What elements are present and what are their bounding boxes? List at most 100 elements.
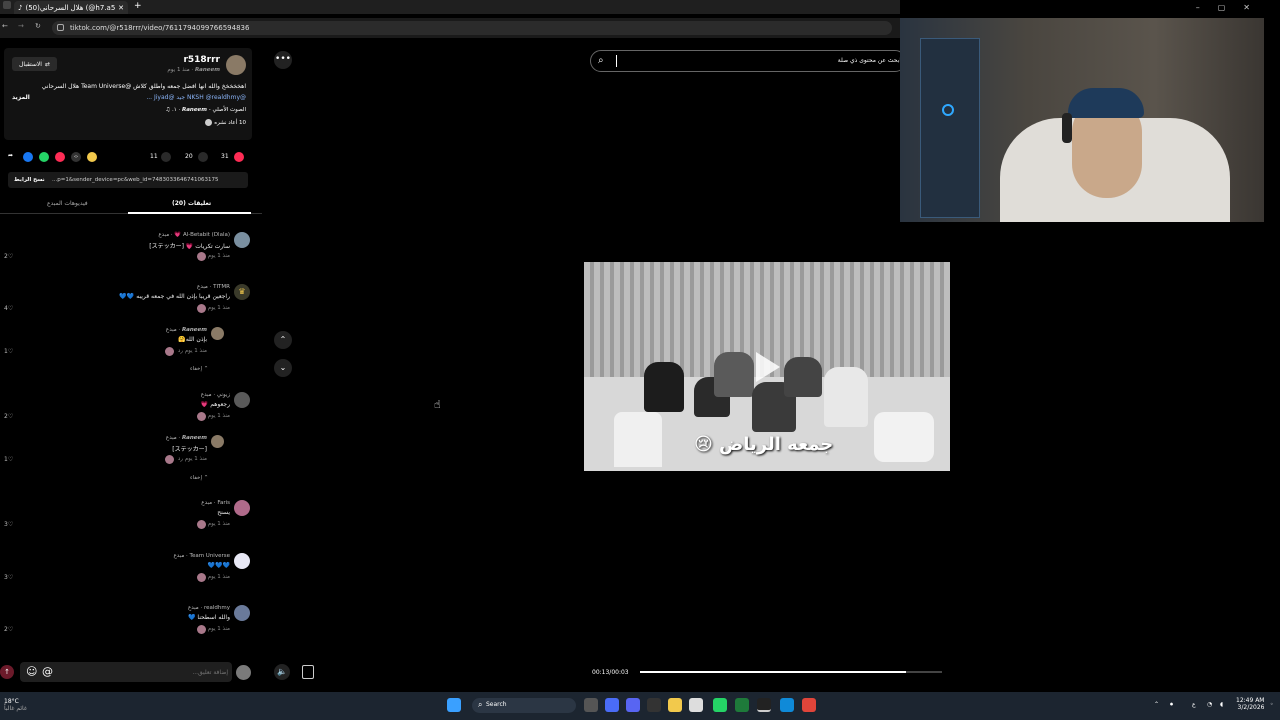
more-options-button[interactable]: ••• [274,51,292,69]
previous-video-button[interactable]: ⌃ [274,331,292,349]
comment-meta[interactable]: منذ 1 يوم رد [178,348,207,354]
facebook-share-icon[interactable] [23,152,33,162]
new-tab-button[interactable]: + [134,1,142,11]
commenter-name[interactable]: Team Universe · مبدع [173,553,230,559]
send-share-icon[interactable] [55,152,65,162]
minimize-icon[interactable]: – [1196,3,1200,12]
pip-button[interactable] [302,665,314,679]
browser-tab-active[interactable]: ♪ (50)هلال السرحاني (@h7.a5) | tiktok ✕ [14,1,128,14]
whatsapp-share-icon[interactable] [39,152,49,162]
comment-input[interactable] [78,666,228,678]
post-comment-button[interactable]: ↑ [0,665,14,679]
mic-icon[interactable]: ⏺ [1170,701,1173,709]
more-share-icon[interactable] [87,152,97,162]
copy-link-button[interactable]: نسخ الرابط [14,177,45,183]
comment-like[interactable]: 2♡ [4,626,13,633]
discord-icon[interactable] [605,698,619,712]
author-avatar[interactable] [226,55,246,75]
commenter-avatar[interactable] [234,392,250,408]
clock-time: 12:49 AM [1236,697,1265,704]
maximize-icon[interactable]: ▢ [1218,3,1226,12]
hide-replies-button[interactable]: إخفاء ⌃ [190,475,208,481]
file-explorer-icon[interactable] [668,698,682,712]
taskbar-search[interactable]: ⌕ Search [472,698,576,713]
chat-app-icon[interactable] [626,698,640,712]
comment-like[interactable]: 3♡ [4,521,13,528]
tray-chevron-icon[interactable]: ⌃ [1154,701,1159,708]
commenter-name[interactable]: زيوني · مبدع [201,392,230,398]
video-time: 00:13/00:03 [592,669,629,676]
comment-like[interactable]: 1♡ [4,456,13,463]
commenter-name[interactable]: 𝙍𝙖𝙣𝙚𝙚𝙢 · مبدع [166,327,207,333]
forward-icon[interactable]: → [18,22,24,30]
comment-like[interactable]: 1♡ [4,348,13,355]
site-info-icon[interactable] [57,24,64,31]
comment-like[interactable]: 2♡ [4,253,13,260]
search-icon[interactable]: ⌕ [598,55,604,66]
chrome-icon[interactable] [802,698,816,712]
emoji-icon[interactable]: ☺ [26,665,37,678]
app-icon[interactable] [735,698,749,712]
volume-button[interactable]: 🔈 [274,664,290,680]
commenter-name[interactable]: Faris · مبدع [201,500,230,506]
comments-count: 20 [185,153,193,160]
caption-more[interactable]: المزيد [12,94,30,101]
video-progress-track[interactable] [640,671,942,673]
tab-close-icon[interactable]: ✕ [118,4,124,12]
author-username[interactable]: r518rrr [183,55,220,65]
caption-line-2[interactable]: @NKSH @realdhmy جيد @Jiyad ... [146,94,246,101]
hide-replies-button[interactable]: إخفاء ⌃ [190,366,208,372]
follow-button[interactable]: الاستقبال ⇄ [12,57,57,71]
store-icon[interactable] [689,698,703,712]
url-field[interactable]: tiktok.com/@r518rrr/video/76117940997665… [52,21,892,35]
tab-list-icon[interactable] [3,1,11,9]
commenter-avatar[interactable] [234,605,250,621]
comment-meta[interactable]: منذ 1 يوم رد [178,456,207,462]
caption-line-1: اهخخخخخ والله انها افضل جمعه واطلق كلاش … [41,83,246,90]
close-window-icon[interactable]: ✕ [1243,3,1250,12]
heart-icon[interactable] [234,152,244,162]
language-indicator[interactable]: ع [1192,701,1196,708]
commenter-name[interactable]: TITMR · مبدع [197,284,230,290]
commenter-avatar[interactable] [234,500,250,516]
whatsapp-icon[interactable] [713,698,727,712]
bookmark-icon[interactable] [161,152,171,162]
comment-like[interactable]: 4♡ [4,305,13,312]
reload-icon[interactable]: ↻ [35,22,41,30]
clock[interactable]: 12:49 AM 3/2/2026 [1236,697,1264,711]
music-line[interactable]: الصوت الأصلي - 𝙍𝙖𝙣𝙚𝙚𝙢 · ١. ♫ [165,107,246,113]
edge-icon[interactable] [780,698,794,712]
tab-creator-videos[interactable]: فيديوهات المبدع [47,200,88,207]
app-icon[interactable] [757,698,771,712]
app-icon[interactable] [647,698,661,712]
video-frame[interactable]: جمعه الرياض 😢 [584,262,950,471]
comment-icon[interactable] [198,152,208,162]
commenter-avatar[interactable] [211,435,224,448]
weather-widget[interactable]: 18°C غائم غالباً [4,698,27,712]
my-avatar[interactable] [236,665,251,680]
notification-bell-icon[interactable]: ◦ [1270,701,1274,708]
share-arrow-icon[interactable]: ➦ [8,152,13,159]
tab-comments[interactable]: تعليقات (20) [172,200,211,207]
back-icon[interactable]: ← [2,22,8,30]
speaker-icon[interactable]: ◖ [1220,701,1223,708]
task-view-icon[interactable] [584,698,598,712]
mention-icon[interactable]: @ [42,665,53,678]
comment-input-box[interactable]: ☺ @ [20,662,232,682]
related-search-bar[interactable]: ⌕ ابحث عن محتوى ذي صلة [590,50,906,72]
commenter-name[interactable]: realdhmy · مبدع [188,605,230,611]
commenter-avatar[interactable] [211,327,224,340]
commenter-avatar[interactable]: ♛ [234,284,250,300]
embed-icon[interactable]: ‹› [71,152,81,162]
commenter-avatar[interactable] [234,232,250,248]
comment-like[interactable]: 2♡ [4,413,13,420]
comment-like[interactable]: 3♡ [4,574,13,581]
next-video-button[interactable]: ⌄ [274,359,292,377]
windows-start-icon[interactable] [447,698,461,712]
commenter-name[interactable]: Al-Betabit (Dlala) 💗 · مبدع [158,232,230,238]
commenter-avatar[interactable] [234,553,250,569]
commenter-name[interactable]: 𝙍𝙖𝙣𝙚𝙚𝙢 · مبدع [166,435,207,441]
tab-active-indicator [128,212,251,214]
wifi-icon[interactable]: ◔ [1207,701,1212,708]
play-icon[interactable] [756,352,780,382]
